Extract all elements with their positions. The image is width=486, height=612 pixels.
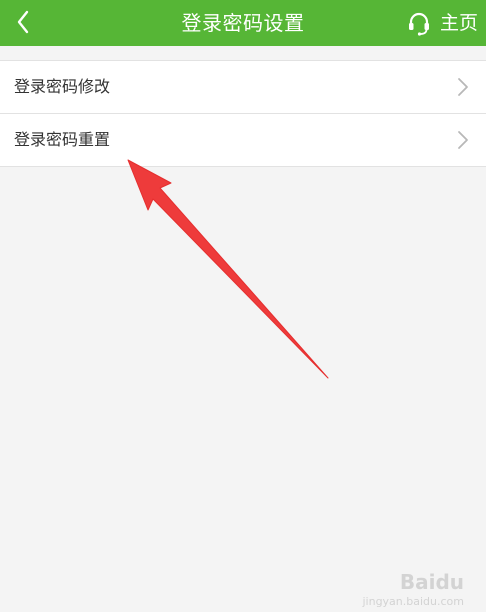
chevron-right-icon bbox=[458, 78, 468, 96]
menu-item-label: 登录密码重置 bbox=[14, 130, 111, 149]
top-navigation-bar: 登录密码设置 主页 bbox=[0, 0, 486, 46]
watermark-brand: Baidu bbox=[399, 570, 464, 594]
headset-icon bbox=[408, 12, 429, 36]
menu-item-reset-password[interactable]: 登录密码重置 bbox=[0, 114, 486, 167]
back-button[interactable] bbox=[8, 6, 42, 40]
watermark-subtitle: jingyan.baidu.com bbox=[362, 595, 464, 608]
chevron-right-icon bbox=[458, 131, 468, 149]
settings-menu-list: 登录密码修改 登录密码重置 bbox=[0, 60, 486, 167]
menu-item-label: 登录密码修改 bbox=[14, 77, 111, 96]
home-label: 主页 bbox=[439, 12, 478, 34]
watermark: Baidu bbox=[400, 570, 464, 594]
spacer bbox=[0, 46, 486, 60]
annotation-arrow-shape bbox=[127, 159, 329, 379]
home-button[interactable]: 主页 bbox=[406, 6, 478, 40]
chevron-left-icon bbox=[17, 10, 29, 34]
menu-item-change-password[interactable]: 登录密码修改 bbox=[0, 61, 486, 114]
